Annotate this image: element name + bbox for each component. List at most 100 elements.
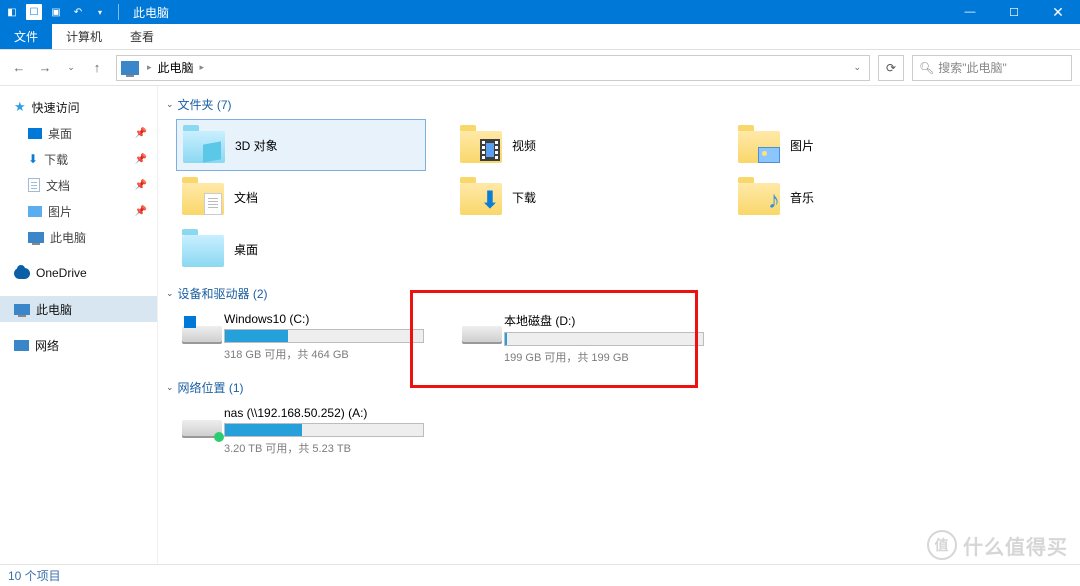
folder-label: 文档 — [234, 189, 258, 206]
download-icon: ⬇ — [28, 152, 38, 166]
folder-music[interactable]: ♪ 音乐 — [732, 171, 982, 223]
cloud-icon — [14, 268, 30, 279]
refresh-button[interactable]: ⟳ — [878, 55, 904, 81]
sidebar-documents[interactable]: 文档📌 — [0, 172, 157, 198]
recent-dropdown[interactable]: ⌄ — [60, 57, 82, 79]
capacity-bar — [504, 332, 704, 346]
content-pane: ⌄ 文件夹 (7) 3D 对象 视频 图片 文档 ⬇ 下载 — [158, 86, 1080, 564]
chevron-down-icon: ⌄ — [166, 99, 174, 110]
drive-icon — [180, 406, 214, 440]
sidebar-desktop[interactable]: 桌面 📌 — [0, 120, 157, 146]
up-button[interactable]: ↑ — [86, 57, 108, 79]
chevron-right-icon[interactable]: ▸ — [145, 62, 154, 73]
watermark-badge: 值 — [927, 530, 957, 560]
qat-undo-icon[interactable]: ↶ — [70, 4, 86, 20]
group-header-folders[interactable]: ⌄ 文件夹 (7) — [166, 96, 1072, 113]
search-box[interactable]: 🔍︎ 搜索"此电脑" — [912, 55, 1072, 81]
folder-downloads[interactable]: ⬇ 下载 — [454, 171, 704, 223]
desktop-icon — [28, 128, 42, 139]
folder-label: 3D 对象 — [235, 137, 278, 154]
watermark-text: 什么值得买 — [963, 531, 1068, 560]
pin-icon: 📌 — [135, 206, 147, 217]
group-header-network[interactable]: ⌄网络位置 (1) — [166, 379, 1072, 396]
window-title: 此电脑 — [127, 4, 169, 21]
tab-file[interactable]: 文件 — [0, 24, 52, 49]
search-placeholder: 搜索"此电脑" — [938, 59, 1007, 76]
folder-icon — [183, 127, 225, 163]
sidebar-label: 文档 — [46, 177, 70, 194]
folder-icon — [182, 231, 224, 267]
folder-documents[interactable]: 文档 — [176, 171, 426, 223]
forward-button[interactable]: → — [34, 57, 56, 79]
folder-label: 下载 — [512, 189, 536, 206]
close-button[interactable]: ✕ — [1036, 0, 1080, 24]
network-icon — [14, 340, 29, 351]
navigation-pane: ★快速访问 桌面📌 ⬇下载📌 文档📌 图片📌 此电脑 OneDrive 此电脑 … — [0, 86, 158, 564]
folder-pictures[interactable]: 图片 — [732, 119, 982, 171]
this-pc-icon — [28, 232, 44, 243]
chevron-down-icon: ⌄ — [166, 288, 174, 299]
drive-icon — [460, 312, 494, 346]
status-bar: 10 个项目 — [0, 564, 1080, 586]
drive-network-a[interactable]: nas (\\192.168.50.252) (A:) 3.20 TB 可用，共… — [176, 402, 428, 460]
folder-label: 图片 — [790, 137, 814, 154]
sidebar-downloads[interactable]: ⬇下载📌 — [0, 146, 157, 172]
drive-name: 本地磁盘 (D:) — [504, 312, 704, 329]
navigation-bar: ← → ⌄ ↑ ▸ 此电脑 ▸ ⌄ ⟳ 🔍︎ 搜索"此电脑" — [0, 50, 1080, 86]
folder-icon — [182, 179, 224, 215]
drive-capacity-text: 199 GB 可用，共 199 GB — [504, 349, 704, 365]
tab-computer[interactable]: 计算机 — [52, 24, 116, 49]
pin-icon: 📌 — [135, 128, 147, 139]
window-controls: ― ☐ ✕ — [948, 0, 1080, 24]
search-icon: 🔍︎ — [919, 61, 934, 75]
maximize-button[interactable]: ☐ — [992, 0, 1036, 24]
qat-new-folder-icon[interactable]: ▣ — [48, 4, 64, 20]
folder-icon: ♪ — [738, 179, 780, 215]
pictures-icon — [28, 206, 42, 217]
sidebar-label: OneDrive — [36, 266, 87, 280]
address-dropdown-icon[interactable]: ⌄ — [849, 62, 865, 73]
tab-view[interactable]: 查看 — [116, 24, 168, 49]
folder-icon — [460, 127, 502, 163]
sidebar-this-pc[interactable]: 此电脑 — [0, 296, 157, 322]
sidebar-label: 桌面 — [48, 125, 72, 142]
drive-d[interactable]: 本地磁盘 (D:) 199 GB 可用，共 199 GB — [456, 308, 708, 369]
back-button[interactable]: ← — [8, 57, 30, 79]
sidebar-this-pc-quick[interactable]: 此电脑 — [0, 224, 157, 250]
watermark: 值 什么值得买 — [927, 530, 1068, 560]
drive-c[interactable]: Windows10 (C:) 318 GB 可用，共 464 GB — [176, 308, 428, 369]
this-pc-icon — [121, 61, 139, 75]
drive-capacity-text: 3.20 TB 可用，共 5.23 TB — [224, 440, 424, 456]
folder-icon: ⬇ — [460, 179, 502, 215]
group-header-devices[interactable]: ⌄设备和驱动器 (2) — [166, 285, 1072, 302]
qat-redo-icon[interactable]: ▾ — [92, 4, 108, 20]
folder-label: 桌面 — [234, 241, 258, 258]
sidebar-label: 图片 — [48, 203, 72, 220]
drive-name: Windows10 (C:) — [224, 312, 424, 326]
breadcrumb-this-pc[interactable]: 此电脑 — [154, 59, 198, 76]
address-bar[interactable]: ▸ 此电脑 ▸ ⌄ — [116, 55, 870, 81]
app-icon: ◧ — [4, 4, 20, 20]
folder-desktop[interactable]: 桌面 — [176, 223, 426, 275]
title-bar: ◧ ☐ ▣ ↶ ▾ 此电脑 ― ☐ ✕ — [0, 0, 1080, 24]
quick-access-toolbar: ◧ ☐ ▣ ↶ ▾ — [0, 4, 127, 20]
sidebar-pictures[interactable]: 图片 📌 — [0, 198, 157, 224]
sidebar-label: 下载 — [44, 151, 68, 168]
capacity-fill — [225, 330, 288, 342]
sidebar-quick-access[interactable]: ★快速访问 — [0, 94, 157, 120]
document-icon — [28, 178, 40, 192]
capacity-fill — [505, 333, 507, 345]
group-label: 文件夹 (7) — [178, 96, 232, 113]
sidebar-network[interactable]: 网络 — [0, 332, 157, 358]
folder-3d-objects[interactable]: 3D 对象 — [176, 119, 426, 171]
folder-label: 音乐 — [790, 189, 814, 206]
group-label: 网络位置 (1) — [178, 379, 244, 396]
minimize-button[interactable]: ― — [948, 0, 992, 24]
sidebar-onedrive[interactable]: OneDrive — [0, 260, 157, 286]
chevron-right-icon[interactable]: ▸ — [198, 62, 207, 73]
sidebar-label: 快速访问 — [32, 99, 80, 116]
divider — [118, 4, 119, 20]
capacity-bar — [224, 423, 424, 437]
qat-properties-icon[interactable]: ☐ — [26, 4, 42, 20]
folder-videos[interactable]: 视频 — [454, 119, 704, 171]
